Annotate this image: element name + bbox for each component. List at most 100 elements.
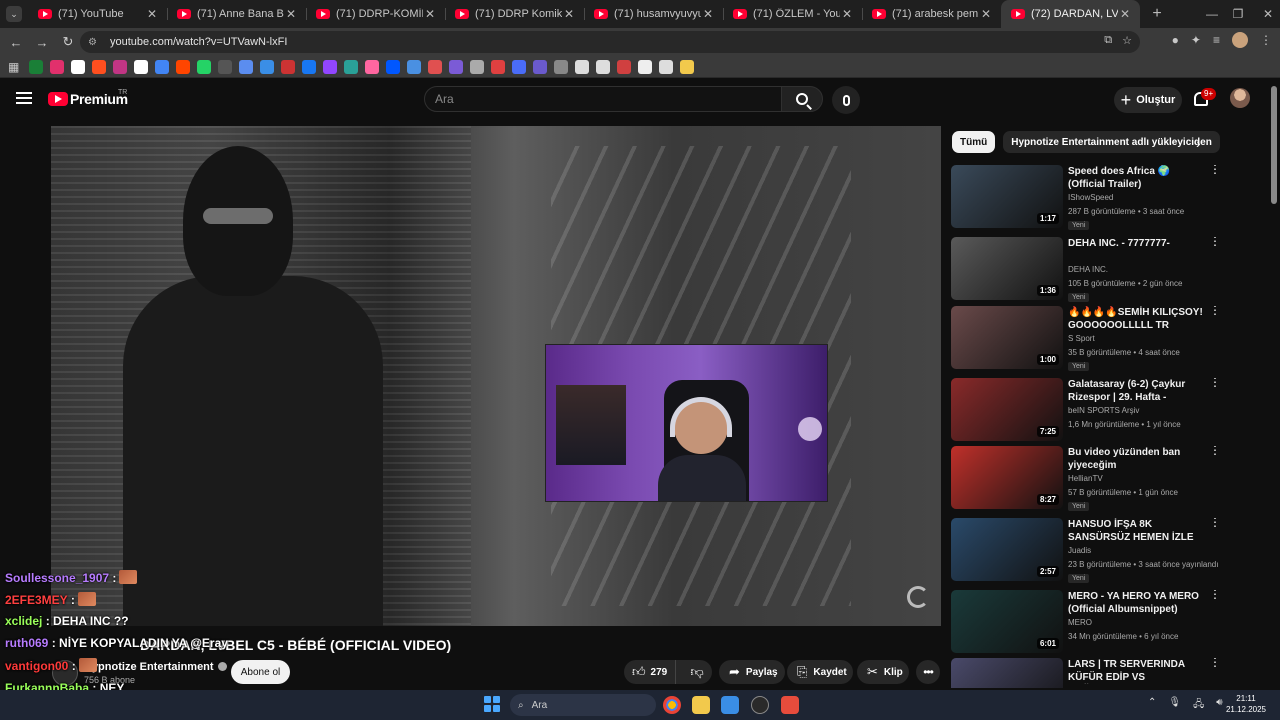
bookmark-favicon-icon[interactable] <box>302 59 316 74</box>
bookmark-favicon-icon[interactable] <box>575 59 589 74</box>
pinned-app-icon[interactable] <box>781 696 799 714</box>
bookmark-favicon-icon[interactable] <box>680 59 694 74</box>
filter-chip[interactable]: Tümü <box>952 131 996 153</box>
browser-menu-icon[interactable]: ⋮ <box>1260 33 1272 47</box>
tab-close-icon[interactable]: ✕ <box>1118 7 1132 21</box>
bookmark-favicon-icon[interactable] <box>29 59 43 74</box>
like-button[interactable]: 👍︎ 279 <box>624 660 677 684</box>
recommended-video[interactable]: 6:01 MERO - YA HERO YA MERO (Official Alb… <box>951 590 1263 656</box>
forward-icon[interactable]: → <box>30 30 54 54</box>
bookmark-favicon-icon[interactable] <box>50 59 64 74</box>
bookmark-favicon-icon[interactable] <box>596 59 610 74</box>
recommended-video[interactable]: 8:27 Bu video yüzünden ban yiyeceğim Helli… <box>951 446 1263 512</box>
video-thumbnail[interactable]: 6:01 <box>951 590 1063 653</box>
recommended-video[interactable]: 7:25 Galatasaray (6-2) Çaykur Rizespor | … <box>951 378 1263 444</box>
bookmark-favicon-icon[interactable] <box>617 59 631 74</box>
bookmark-favicon-icon[interactable] <box>638 59 652 74</box>
bookmark-favicon-icon[interactable] <box>176 59 190 74</box>
chrome-app-icon[interactable] <box>663 696 681 714</box>
tab-close-icon[interactable]: ✕ <box>423 7 437 21</box>
more-options-icon[interactable]: ⋮ <box>1209 378 1221 388</box>
new-tab-icon[interactable]: + <box>1146 5 1168 23</box>
more-options-icon[interactable]: ⋮ <box>1209 446 1221 456</box>
tray-overflow-icon[interactable]: ⌃ <box>1148 697 1156 714</box>
browser-tab[interactable]: (71) ÖZLEM - YouTube✕ <box>723 0 862 28</box>
channel-name[interactable]: Hypnotize Entertainment <box>84 661 227 673</box>
video-title-link[interactable]: DEHA INC. - 7777777- <box>1068 237 1208 250</box>
file-explorer-icon[interactable] <box>692 696 710 714</box>
bookmark-favicon-icon[interactable] <box>218 59 232 74</box>
windows-start-icon[interactable] <box>484 696 500 712</box>
browser-tab[interactable]: (71) Anne Bana Bir Masal✕ <box>167 0 306 28</box>
bookmark-favicon-icon[interactable] <box>92 59 106 74</box>
video-thumbnail[interactable]: 8:27 <box>951 446 1063 509</box>
bookmark-favicon-icon[interactable] <box>659 59 673 74</box>
video-thumbnail[interactable]: 2:57 <box>951 518 1063 581</box>
video-title-link[interactable]: Galatasaray (6-2) Çaykur Rizespor | 29. … <box>1068 378 1208 404</box>
browser-tab[interactable]: (71) husamvyuvyu - You✕ <box>584 0 723 28</box>
browser-tab[interactable]: (72) DARDAN, LVBEL C5✕ <box>1001 0 1140 28</box>
more-options-icon[interactable]: ⋮ <box>1209 518 1221 528</box>
video-thumbnail[interactable]: 1:00 <box>951 306 1063 369</box>
bookmark-star-icon[interactable]: ☆ <box>1122 34 1132 47</box>
search-button[interactable] <box>781 86 823 112</box>
obs-app-icon[interactable] <box>751 696 769 714</box>
tab-close-icon[interactable]: ✕ <box>840 7 854 21</box>
apps-grid-icon[interactable]: ▦ <box>8 60 22 74</box>
recommended-video[interactable]: 2:57 HANSUO İFŞA 8K SANSÜRSÜZ HEMEN İZLE J… <box>951 518 1263 584</box>
channel-name[interactable]: MERO <box>1068 618 1092 627</box>
profile-avatar[interactable] <box>1232 32 1248 48</box>
video-thumbnail[interactable] <box>951 658 1063 688</box>
more-options-icon[interactable]: ⋮ <box>1209 237 1221 247</box>
extension-icon[interactable]: ● <box>1172 33 1179 47</box>
bookmark-favicon-icon[interactable] <box>365 59 379 74</box>
search-input[interactable] <box>435 92 765 106</box>
video-title-link[interactable]: HANSUO İFŞA 8K SANSÜRSÜZ HEMEN İZLE <box>1068 518 1208 544</box>
video-title-link[interactable]: 🔥🔥🔥🔥SEMİH KILIÇSOY! GOOOOOOLLLLL TR <box>1068 306 1208 332</box>
recommended-video[interactable]: LARS | TR SERVERINDA KÜFÜR EDİP VS ÇAĞIR… <box>951 658 1263 688</box>
channel-name[interactable]: S Sport <box>1068 334 1095 343</box>
more-options-icon[interactable]: ⋮ <box>1209 306 1221 316</box>
more-options-icon[interactable]: ⋮ <box>1209 658 1221 668</box>
video-title-link[interactable]: MERO - YA HERO YA MERO (Official Albumsn… <box>1068 590 1208 616</box>
bookmark-favicon-icon[interactable] <box>197 59 211 74</box>
recommended-video[interactable]: 1:17 Speed does Africa 🌍 (Official Traile… <box>951 165 1263 231</box>
channel-name[interactable]: IShowSpeed <box>1068 193 1113 202</box>
browser-tab[interactable]: (71) YouTube ✕ <box>28 0 167 28</box>
window-close-icon[interactable]: ✕ <box>1248 0 1280 28</box>
reload-icon[interactable]: ↻ <box>56 30 80 54</box>
bookmark-favicon-icon[interactable] <box>407 59 421 74</box>
channel-name[interactable]: DEHA INC. <box>1068 265 1108 274</box>
guide-menu-icon[interactable] <box>16 92 32 104</box>
bookmark-favicon-icon[interactable] <box>113 59 127 74</box>
more-options-icon[interactable]: ⋮ <box>1209 590 1221 600</box>
photos-app-icon[interactable] <box>721 696 739 714</box>
page-scrollbar[interactable] <box>1271 86 1277 204</box>
browser-tab[interactable]: (71) DDRP-KOMİK ANLAR✕ <box>306 0 445 28</box>
bookmark-favicon-icon[interactable] <box>260 59 274 74</box>
subscribe-button[interactable]: Abone ol <box>231 660 290 684</box>
more-actions-icon[interactable]: ••• <box>916 660 940 684</box>
taskbar-search[interactable]: ⌕ Ara <box>510 694 656 716</box>
tab-close-icon[interactable]: ✕ <box>284 7 298 21</box>
bookmark-favicon-icon[interactable] <box>449 59 463 74</box>
video-title-link[interactable]: Bu video yüzünden ban yiyeceğim <box>1068 446 1208 472</box>
bookmark-favicon-icon[interactable] <box>155 59 169 74</box>
bookmark-favicon-icon[interactable] <box>491 59 505 74</box>
channel-name[interactable]: HellianTV <box>1068 474 1103 483</box>
bookmark-favicon-icon[interactable] <box>323 59 337 74</box>
recommended-video[interactable]: 1:00 🔥🔥🔥🔥SEMİH KILIÇSOY! GOOOOOOLLLLL TR S… <box>951 306 1263 372</box>
video-thumbnail[interactable]: 1:17 <box>951 165 1063 228</box>
taskbar-clock[interactable]: 21:11 21.12.2025 <box>1224 693 1268 715</box>
more-options-icon[interactable]: ⋮ <box>1209 165 1221 175</box>
address-bar[interactable]: ⚙ youtube.com/watch?v=UTVawN-lxFI ⧉ ☆ <box>80 31 1140 53</box>
bookmark-favicon-icon[interactable] <box>470 59 484 74</box>
account-avatar[interactable] <box>1230 88 1250 108</box>
youtube-logo-icon[interactable] <box>48 92 68 106</box>
microphone-tray-icon[interactable]: 🎙︎ <box>1168 697 1181 714</box>
tab-search-icon[interactable]: ⌄ <box>6 6 22 22</box>
dislike-button[interactable]: 👎︎ <box>682 664 712 680</box>
video-thumbnail[interactable]: 1:36 <box>951 237 1063 300</box>
install-icon[interactable]: ⧉ <box>1104 34 1112 47</box>
site-info-icon[interactable]: ⚙ <box>88 37 102 48</box>
